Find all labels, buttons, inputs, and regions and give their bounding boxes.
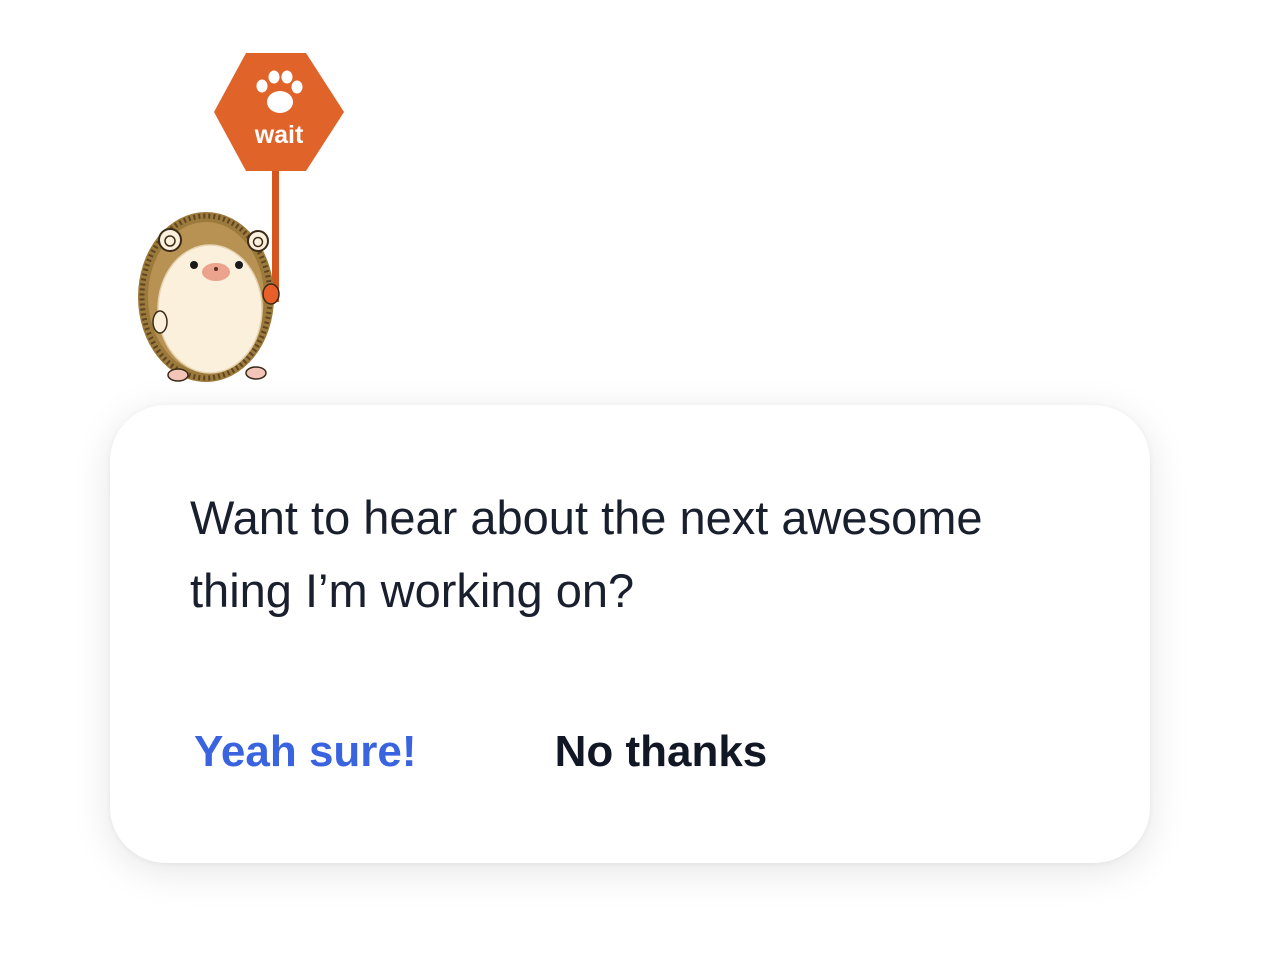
prompt-dialog: Want to hear about the next awesome thin… [110,405,1150,863]
dialog-message: Want to hear about the next awesome thin… [190,491,983,617]
hedgehog-foot-left [167,368,189,382]
hedgehog-arm-left [152,310,168,334]
dialog-actions: Yeah sure! No thanks [194,723,767,781]
hedgehog-ear-left [158,228,182,252]
hedgehog-eye-right [235,261,243,269]
hedgehog-nose [202,263,230,281]
hedgehog-foot-right [245,366,267,380]
hedgehog-ear-right [247,230,269,252]
sign-text: wait [254,121,304,149]
hedgehog-mascot: wait [128,44,358,394]
hedgehog-eye-left [190,261,198,269]
stage: wait Want to hear about the next awesome… [0,0,1280,960]
no-thanks-button[interactable]: No thanks [555,723,768,781]
sign-pole [272,162,279,302]
yeah-sure-button[interactable]: Yeah sure! [194,723,417,781]
hedgehog-arm-right [262,283,280,305]
hedgehog-illustration: wait [138,53,344,382]
